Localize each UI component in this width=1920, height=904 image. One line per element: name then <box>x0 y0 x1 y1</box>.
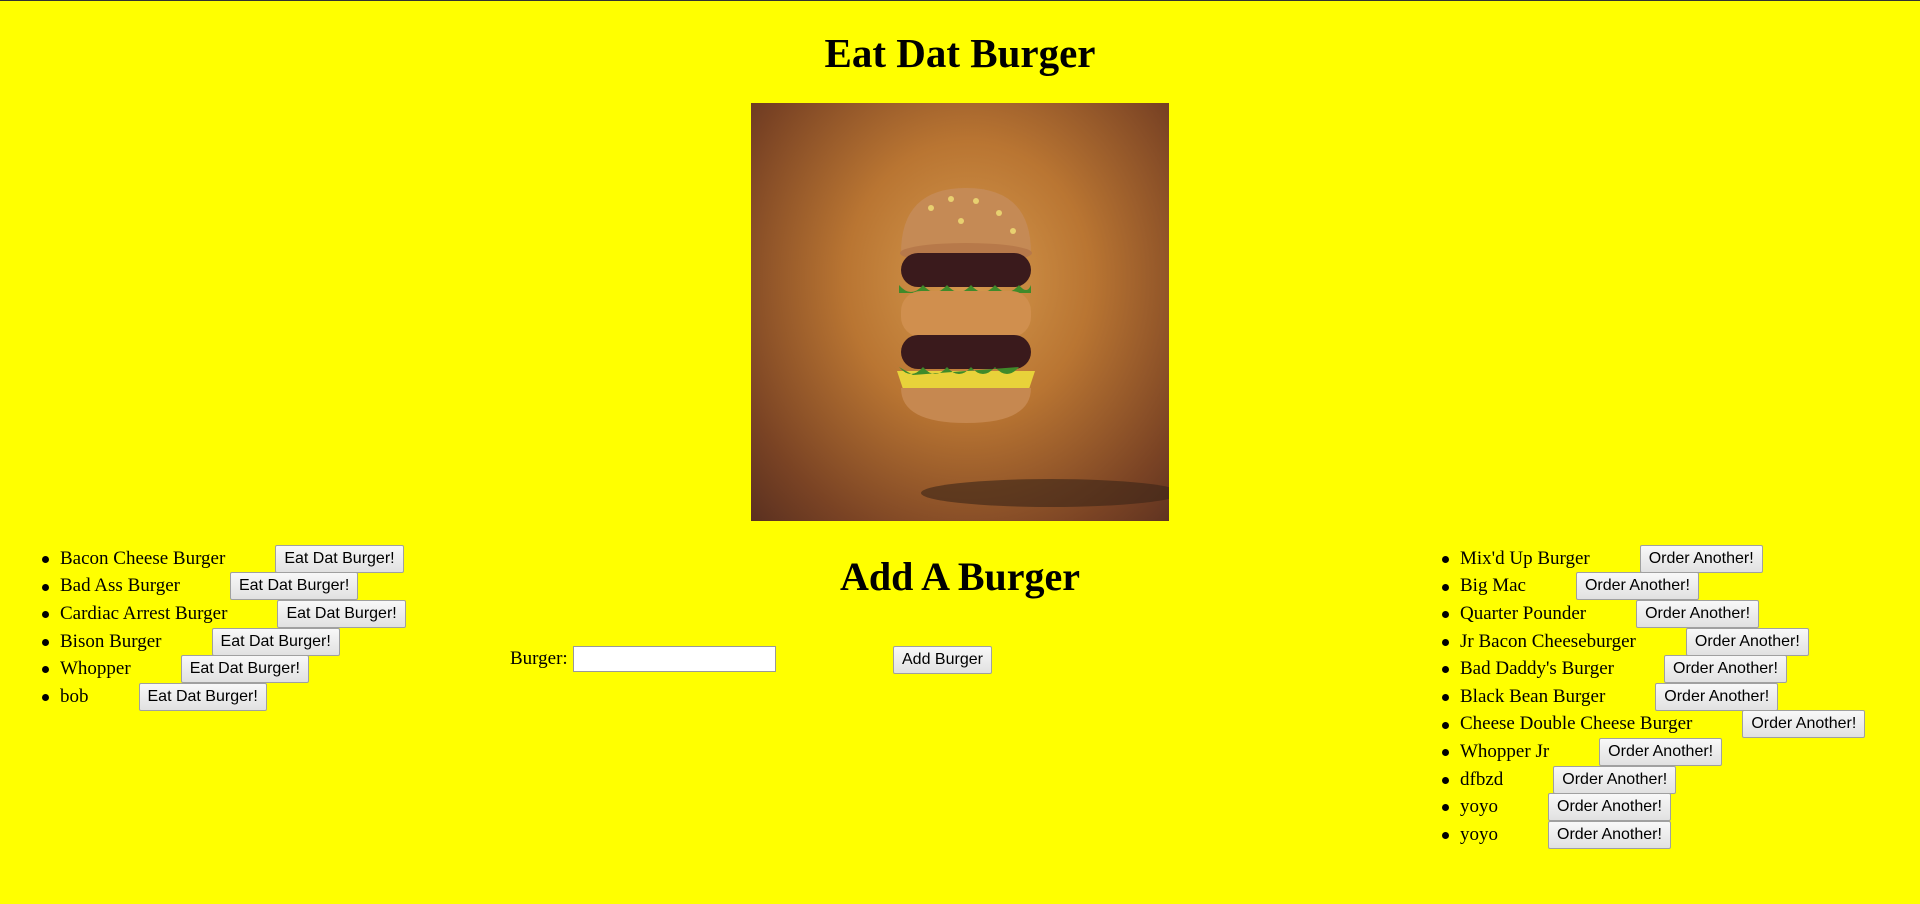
order-another-button[interactable]: Order Another! <box>1639 544 1763 573</box>
order-another-button[interactable]: Order Another! <box>1575 572 1699 601</box>
order-another-button[interactable]: Order Another! <box>1742 710 1866 739</box>
list-item: Bison Burger Eat Dat Burger! <box>42 627 406 656</box>
burger-name: Bison Burger <box>60 630 162 652</box>
list-item: Whopper Jr Order Another! <box>1441 737 1865 766</box>
order-another-button[interactable]: Order Another! <box>1664 655 1787 684</box>
list-item: yoyo Order Another! <box>1441 793 1865 822</box>
burger-name: Black Bean Burger <box>1460 685 1606 707</box>
list-item: Quarter Pounder Order Another! <box>1441 599 1865 628</box>
list-item: Cardiac Arrest Burger Eat Dat Burger! <box>42 599 406 628</box>
burger-name: bob <box>60 685 89 707</box>
order-another-button[interactable]: Order Another! <box>1685 627 1809 656</box>
list-item: Mix'd Up Burger Order Another! <box>1441 544 1865 573</box>
burger-input-label: Burger: <box>510 648 568 669</box>
list-item: Black Bean Burger Order Another! <box>1441 682 1865 711</box>
burger-name: yoyo <box>1460 796 1498 818</box>
eat-burger-button[interactable]: Eat Dat Burger! <box>211 627 340 656</box>
burger-name: Jr Bacon Cheeseburger <box>1460 630 1636 652</box>
burger-name: Whopper <box>60 658 131 680</box>
list-item: bob Eat Dat Burger! <box>42 682 406 711</box>
burger-name: Mix'd Up Burger <box>1460 547 1590 569</box>
burger-name: Big Mac <box>1460 575 1526 597</box>
eat-burger-button[interactable]: Eat Dat Burger! <box>138 682 267 711</box>
order-another-button[interactable]: Order Another! <box>1599 737 1723 766</box>
list-item: Jr Bacon Cheeseburger Order Another! <box>1441 627 1865 656</box>
burger-name: yoyo <box>1460 823 1498 845</box>
list-item: Big Mac Order Another! <box>1441 572 1865 601</box>
burger-name: Whopper Jr <box>1460 740 1550 762</box>
list-item: Cheese Double Cheese Burger Order Anothe… <box>1441 710 1866 739</box>
burger-name-input[interactable] <box>572 646 776 672</box>
page-title: Eat Dat Burger <box>824 30 1096 76</box>
burger-name: Bad Daddy's Burger <box>1460 658 1614 680</box>
burger-name: dfbzd <box>1460 768 1504 790</box>
add-burger-button[interactable]: Add Burger <box>893 646 992 674</box>
burger-name: Cheese Double Cheese Burger <box>1460 713 1693 735</box>
burger-name: Cardiac Arrest Burger <box>60 602 228 624</box>
burger-name: Quarter Pounder <box>1460 602 1587 624</box>
list-item: yoyo Order Another! <box>1441 820 1865 849</box>
order-another-button[interactable]: Order Another! <box>1655 682 1779 711</box>
list-item: Whopper Eat Dat Burger! <box>42 655 406 684</box>
eat-burger-button[interactable]: Eat Dat Burger! <box>277 599 406 628</box>
devoured-burger-list: Mix'd Up Burger Order Another! Big Mac O… <box>1441 544 1866 849</box>
burger-illustration <box>897 188 1169 507</box>
order-another-button[interactable]: Order Another! <box>1636 599 1760 628</box>
order-another-button[interactable]: Order Another! <box>1548 820 1671 849</box>
burger-hero-image <box>751 103 1169 521</box>
order-another-button[interactable]: Order Another! <box>1548 793 1671 822</box>
eat-burger-button[interactable]: Eat Dat Burger! <box>180 655 309 684</box>
list-item: dfbzd Order Another! <box>1441 765 1865 794</box>
list-item: Bad Daddy's Burger Order Another! <box>1441 655 1865 684</box>
add-burger-form: Burger: <box>510 645 776 673</box>
order-another-button[interactable]: Order Another! <box>1553 765 1677 794</box>
